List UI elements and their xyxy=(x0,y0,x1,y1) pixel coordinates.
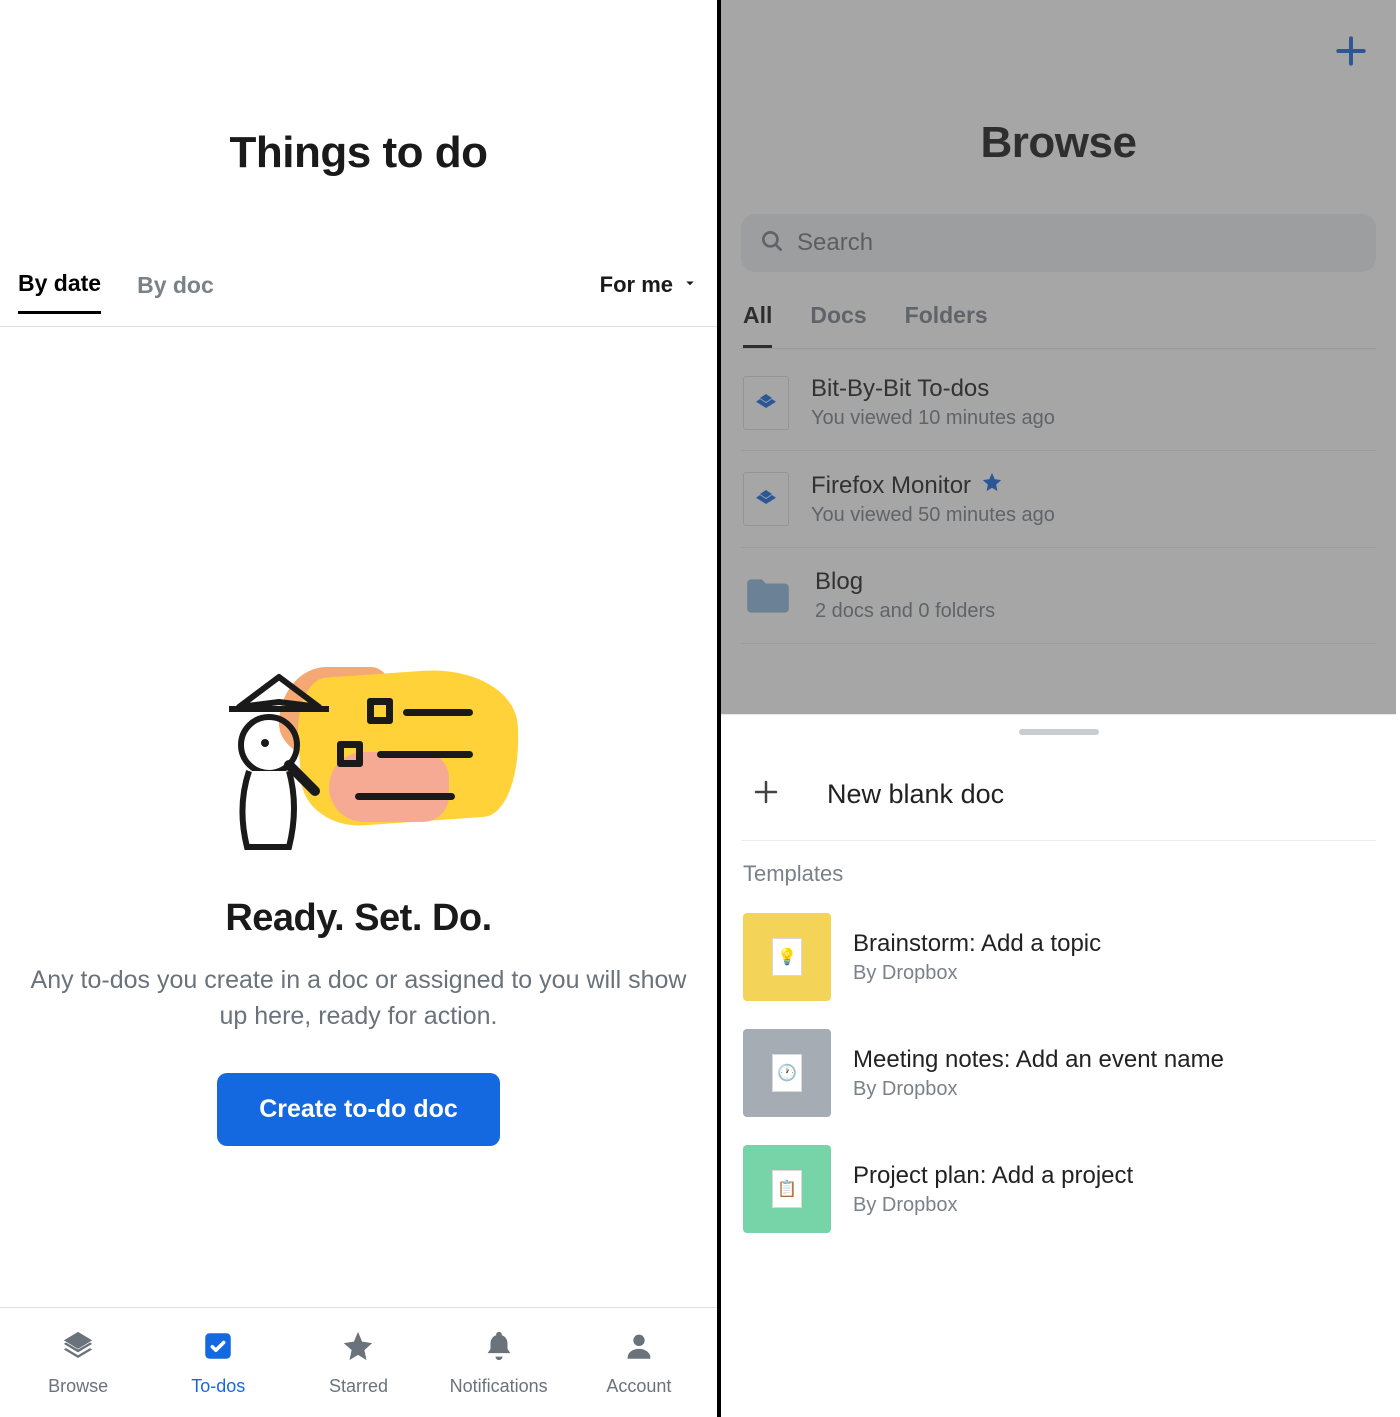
doc-row[interactable]: Firefox Monitor You viewed 50 minutes ag… xyxy=(741,451,1376,548)
template-thumb: 💡 xyxy=(743,913,831,1001)
star-icon xyxy=(341,1329,375,1368)
doc-list: Bit-By-Bit To-dos You viewed 10 minutes … xyxy=(741,355,1376,644)
browse-dimmed-bg: Browse All Docs Folders Bit-By-Bit To-do… xyxy=(721,0,1396,714)
template-by: By Dropbox xyxy=(853,962,1101,985)
chevron-down-icon xyxy=(681,272,699,298)
browse-tabs: All Docs Folders xyxy=(741,302,1376,349)
pane-browse: Browse All Docs Folders Bit-By-Bit To-do… xyxy=(721,0,1396,1417)
doc-meta: You viewed 10 minutes ago xyxy=(811,407,1055,430)
todo-tabs: By date By doc For me xyxy=(0,270,717,327)
template-thumb: 🕐 xyxy=(743,1029,831,1117)
filter-for-me[interactable]: For me xyxy=(600,272,699,312)
doc-name: Bit-By-Bit To-dos xyxy=(811,375,1055,403)
page-title: Things to do xyxy=(0,128,717,178)
new-blank-doc-button[interactable]: New blank doc xyxy=(741,759,1376,841)
tab-docs[interactable]: Docs xyxy=(810,302,866,348)
tab-all[interactable]: All xyxy=(743,302,772,348)
filter-label: For me xyxy=(600,272,673,298)
bell-icon xyxy=(482,1329,516,1368)
tab-folders[interactable]: Folders xyxy=(905,302,988,348)
nav-label: Starred xyxy=(329,1376,388,1397)
doc-row[interactable]: Bit-By-Bit To-dos You viewed 10 minutes … xyxy=(741,355,1376,451)
nav-label: To-dos xyxy=(191,1376,245,1397)
search-field[interactable] xyxy=(741,214,1376,272)
empty-heading: Ready. Set. Do. xyxy=(225,897,491,940)
template-row[interactable]: 💡 Brainstorm: Add a topic By Dropbox xyxy=(741,899,1376,1015)
nav-todos[interactable]: To-dos xyxy=(148,1329,288,1397)
nav-account[interactable]: Account xyxy=(569,1329,709,1397)
empty-state: Ready. Set. Do. Any to-dos you create in… xyxy=(0,327,717,1307)
search-input[interactable] xyxy=(797,229,1358,257)
nav-label: Browse xyxy=(48,1376,108,1397)
template-list: 💡 Brainstorm: Add a topic By Dropbox 🕐 M… xyxy=(741,899,1376,1247)
pane-things-to-do: Things to do By date By doc For me xyxy=(0,0,721,1417)
doc-icon xyxy=(743,376,789,430)
checkbox-icon xyxy=(201,1329,235,1368)
template-name: Meeting notes: Add an event name xyxy=(853,1046,1224,1074)
star-icon xyxy=(981,471,1003,500)
doc-meta: You viewed 50 minutes ago xyxy=(811,504,1055,527)
person-icon xyxy=(622,1329,656,1368)
doc-icon xyxy=(743,472,789,526)
page-title: Browse xyxy=(741,0,1376,168)
new-doc-sheet: New blank doc Templates 💡 Brainstorm: Ad… xyxy=(721,714,1396,1417)
template-row[interactable]: 📋 Project plan: Add a project By Dropbox xyxy=(741,1131,1376,1247)
nav-label: Account xyxy=(606,1376,671,1397)
nav-label: Notifications xyxy=(450,1376,548,1397)
search-icon xyxy=(759,228,785,259)
empty-illustration xyxy=(199,657,519,857)
tab-by-date[interactable]: By date xyxy=(18,270,101,314)
add-button[interactable] xyxy=(1332,32,1370,75)
bottom-nav: Browse To-dos Starred Notifications Acco… xyxy=(0,1307,717,1417)
nav-browse[interactable]: Browse xyxy=(8,1329,148,1397)
doc-name: Blog xyxy=(815,568,995,596)
doc-name: Firefox Monitor xyxy=(811,471,1055,500)
layers-icon xyxy=(61,1329,95,1368)
folder-icon xyxy=(743,575,793,617)
nav-starred[interactable]: Starred xyxy=(288,1329,428,1397)
plus-icon xyxy=(751,777,781,812)
template-name: Brainstorm: Add a topic xyxy=(853,930,1101,958)
template-name: Project plan: Add a project xyxy=(853,1162,1133,1190)
tab-by-doc[interactable]: By doc xyxy=(137,272,214,313)
sheet-handle[interactable] xyxy=(1019,729,1099,735)
template-thumb: 📋 xyxy=(743,1145,831,1233)
create-todo-doc-button[interactable]: Create to-do doc xyxy=(217,1073,500,1146)
nav-notifications[interactable]: Notifications xyxy=(429,1329,569,1397)
doc-meta: 2 docs and 0 folders xyxy=(815,600,995,623)
templates-heading: Templates xyxy=(743,861,1376,887)
template-row[interactable]: 🕐 Meeting notes: Add an event name By Dr… xyxy=(741,1015,1376,1131)
template-by: By Dropbox xyxy=(853,1078,1224,1101)
template-by: By Dropbox xyxy=(853,1194,1133,1217)
empty-subtext: Any to-dos you create in a doc or assign… xyxy=(29,962,689,1035)
doc-row[interactable]: Blog 2 docs and 0 folders xyxy=(741,548,1376,644)
new-blank-doc-label: New blank doc xyxy=(827,779,1004,810)
